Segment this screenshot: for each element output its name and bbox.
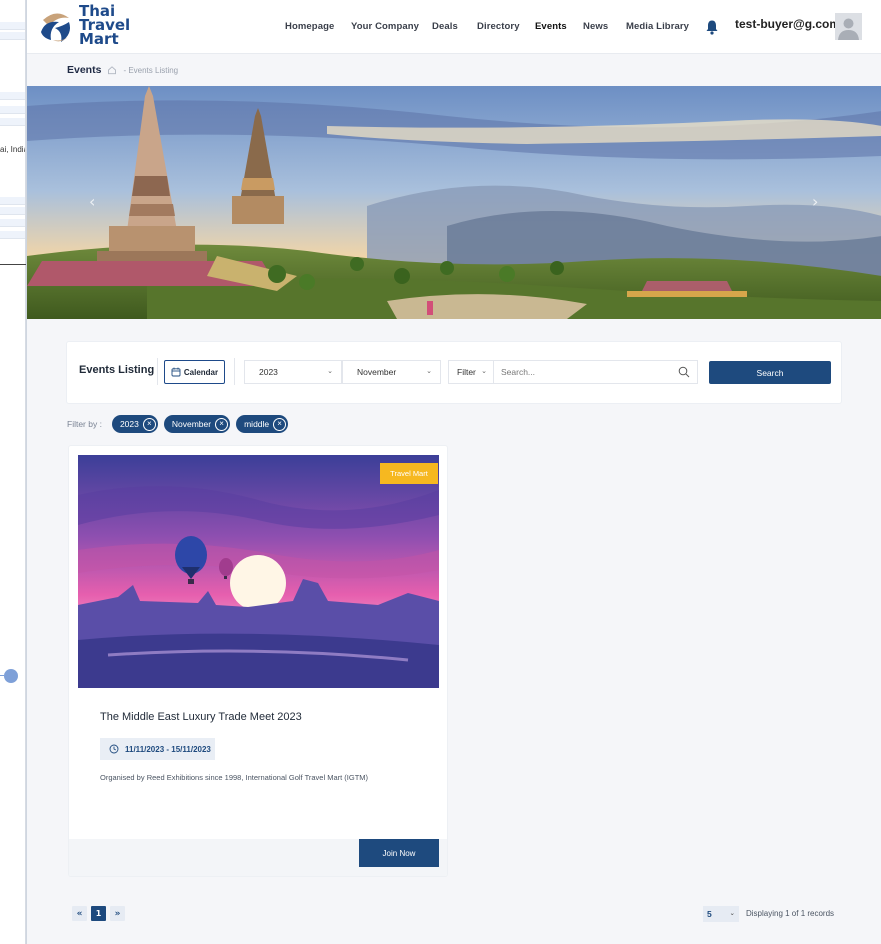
background-row [0,118,25,126]
user-avatar[interactable] [835,13,862,40]
background-row [0,231,25,239]
calendar-button[interactable]: Calendar [164,360,225,384]
events-listing-title: Events Listing [79,364,155,376]
event-title[interactable]: The Middle East Luxury Trade Meet 2023 [100,711,302,723]
logo-wordmark: Thai Travel Mart [79,4,130,48]
pagination: « 1 » [72,906,125,921]
logo-mark-icon [41,13,70,42]
filter-by-label: Filter by : [67,419,102,429]
events-filter-bar: Events Listing Calendar 2023 ⌄ November … [67,342,841,403]
carousel-prev-button[interactable]: ‹ [89,192,95,211]
filter-chip-label: 2023 [119,419,139,429]
divider [157,358,158,385]
hero-image [27,86,881,319]
calendar-label: Calendar [183,367,219,377]
background-row [0,92,25,100]
breadcrumb: Events - Events Listing [67,63,178,77]
month-select-value: November [357,367,397,377]
year-select[interactable]: 2023 ⌄ [244,360,342,384]
divider [234,358,235,385]
event-dates: 11/11/2023 - 15/11/2023 [125,744,211,754]
month-select[interactable]: November ⌄ [342,360,441,384]
next-page-button[interactable]: » [110,906,125,921]
site-header: Thai Travel Mart Homepage Your Company D… [27,0,881,54]
site-logo[interactable]: Thai Travel Mart [39,4,159,50]
active-filters: Filter by : 2023 × November × middle × [67,415,289,433]
nav-your-company[interactable]: Your Company [351,21,419,32]
event-category-badge: Travel Mart [380,463,438,484]
event-card-footer: Join Now [69,839,447,876]
page-button[interactable]: 1 [91,906,106,921]
clock-icon [109,744,119,754]
background-app-panel: ai, India [0,0,26,944]
chevron-down-icon: ⌄ [481,368,487,375]
records-status: Displaying 1 of 1 records [746,909,835,918]
calendar-icon [171,367,181,377]
background-row [0,22,25,30]
breadcrumb-current: - Events Listing [123,65,179,75]
background-handle-dot[interactable] [0,669,18,683]
background-divider [0,264,26,265]
nav-homepage[interactable]: Homepage [285,21,334,32]
chevron-down-icon: ⌄ [729,910,735,917]
nav-media-library[interactable]: Media Library [626,21,689,32]
remove-filter-icon[interactable]: × [142,417,156,431]
search-icon [678,366,690,378]
logo-line-3: Mart [79,30,119,48]
filter-chip[interactable]: 2023 × [111,415,158,433]
per-page-select[interactable]: 5 ⌄ [703,906,739,922]
home-icon[interactable] [107,65,117,75]
event-date-range: 11/11/2023 - 15/11/2023 [100,738,215,760]
search-placeholder: Search... [501,367,536,377]
background-row [0,32,25,40]
year-select-value: 2023 [259,367,278,377]
search-input[interactable]: Search... [493,360,698,384]
user-email[interactable]: test-buyer@g.com [735,17,840,31]
page-title: Events [67,64,102,76]
chevron-down-icon: ⌄ [426,368,432,375]
background-row [0,197,25,205]
filter-chip[interactable]: November × [163,415,231,433]
nav-deals[interactable]: Deals [432,21,458,32]
join-now-button[interactable]: Join Now [359,839,439,867]
background-row [0,219,25,227]
background-row [0,106,25,114]
filter-chip[interactable]: middle × [236,415,289,433]
filter-select[interactable]: Filter ⌄ [448,360,494,384]
remove-filter-icon[interactable]: × [273,417,287,431]
filter-chip-label: middle [244,419,270,429]
per-page-value: 5 [707,909,712,919]
nav-news[interactable]: News [583,21,608,32]
carousel-next-button[interactable]: › [812,192,818,211]
hero-carousel: ‹ › [27,86,881,319]
filter-chip-label: November [171,419,212,429]
chevron-down-icon: ⌄ [327,368,333,375]
event-card: Travel Mart The Middle East Luxury Trade… [69,446,447,876]
nav-directory[interactable]: Directory [477,21,520,32]
background-text: ai, India [0,145,26,154]
search-button[interactable]: Search [709,361,831,384]
first-page-button[interactable]: « [72,906,87,921]
event-description: Organised by Reed Exhibitions since 1998… [100,773,369,782]
event-image[interactable]: Travel Mart [78,455,439,688]
browser-window: Thai Travel Mart Homepage Your Company D… [26,0,881,944]
background-row [0,207,25,215]
notification-bell-icon[interactable] [705,19,719,35]
nav-events[interactable]: Events [535,21,567,32]
event-image-graphic [78,455,439,688]
filter-select-label: Filter [457,367,476,377]
remove-filter-icon[interactable]: × [215,417,229,431]
avatar-placeholder-icon [838,18,859,40]
